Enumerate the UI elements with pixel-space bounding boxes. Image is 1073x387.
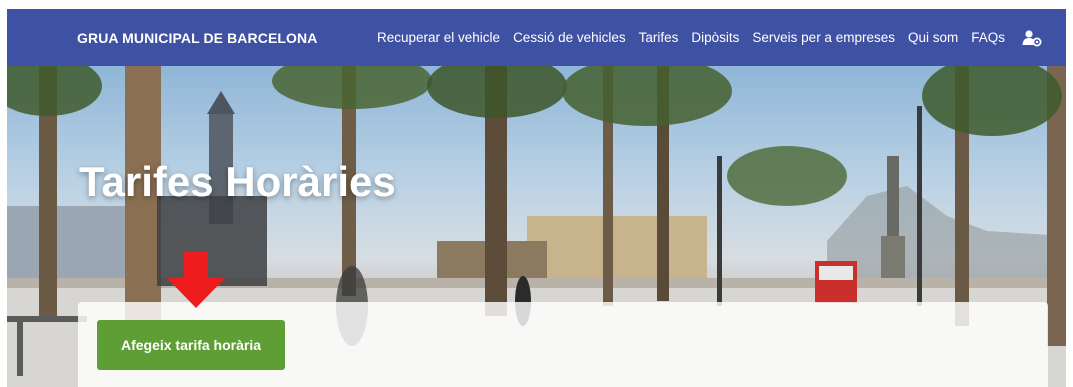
main-menu: Recuperar el vehicle Cessió de vehicles … <box>377 9 1042 66</box>
page-frame: GRUA MUNICIPAL DE BARCELONA Recuperar el… <box>7 9 1066 387</box>
hero-banner: Tarifes Horàries Afegeix tarifa horària <box>7 66 1066 387</box>
down-arrow-icon <box>167 252 225 308</box>
nav-link-tarifes[interactable]: Tarifes <box>639 30 679 45</box>
nav-link-faqs[interactable]: FAQs <box>971 30 1005 45</box>
site-brand-link[interactable]: GRUA MUNICIPAL DE BARCELONA <box>77 9 317 66</box>
top-navbar: GRUA MUNICIPAL DE BARCELONA Recuperar el… <box>7 9 1066 66</box>
nav-link-qui-som[interactable]: Qui som <box>908 30 958 45</box>
nav-link-cessio-vehicles[interactable]: Cessió de vehicles <box>513 30 626 45</box>
page-title: Tarifes Horàries <box>79 158 396 205</box>
add-hourly-rate-button[interactable]: Afegeix tarifa horària <box>97 320 285 370</box>
nav-link-recuperar-vehicle[interactable]: Recuperar el vehicle <box>377 30 500 45</box>
nav-link-diposits[interactable]: Dipòsits <box>691 30 739 45</box>
user-settings-icon[interactable] <box>1022 28 1042 48</box>
nav-link-serveis-empreses[interactable]: Serveis per a empreses <box>752 30 895 45</box>
